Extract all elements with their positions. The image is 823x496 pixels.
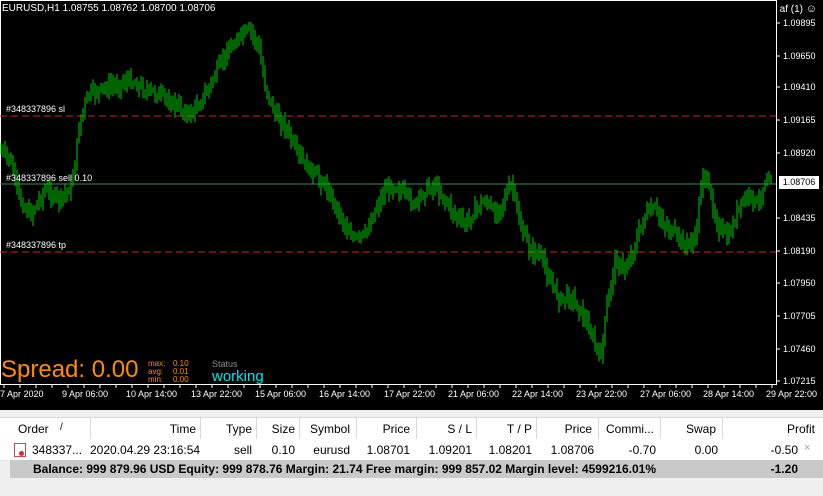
col-symbol[interactable]: Symbol [300, 422, 350, 436]
account-summary: Balance: 999 879.96 USD Equity: 999 878.… [33, 462, 657, 476]
order-type: sell [233, 443, 252, 457]
order-sl: 1.09201 [428, 443, 472, 457]
candles [0, 21, 772, 364]
time-label: 7 Apr 2020 [0, 389, 44, 399]
time-label: 15 Apr 06:00 [255, 389, 307, 399]
order-price: 1.08701 [366, 443, 410, 457]
min-label: min: [148, 375, 164, 384]
col-type[interactable]: Type [200, 422, 252, 436]
col-tp[interactable]: T / P [480, 422, 532, 436]
col-size[interactable]: Size [260, 422, 295, 436]
smiley-icon: ☺ [805, 3, 817, 15]
price-chart[interactable]: EURUSD,H1 1.08755 1.08762 1.08700 1.0870… [0, 0, 823, 402]
price-label: 1.07705 [783, 311, 816, 321]
chart-canvas [0, 0, 780, 388]
time-label: 23 Apr 22:00 [576, 389, 628, 399]
time-label: 17 Apr 22:00 [384, 389, 436, 399]
col-order[interactable]: Order [18, 422, 49, 436]
col-swap[interactable]: Swap [686, 422, 716, 436]
total-profit: -1.20 [770, 462, 798, 476]
col-commission[interactable]: Commi... [606, 422, 654, 436]
order-profit: -0.50 [770, 443, 798, 457]
price-label: 1.09895 [783, 18, 816, 28]
col-time[interactable]: Time [120, 422, 196, 436]
col-current-price[interactable]: Price [540, 422, 592, 436]
min-value: 0.00 [173, 375, 189, 384]
col-profit[interactable]: Profit [760, 422, 815, 436]
price-label: 1.09410 [783, 82, 816, 92]
sort-indicator: / [60, 422, 63, 433]
order-line-label: #348337896 sell 0.10 [6, 173, 93, 183]
table-row[interactable]: 348337... 2020.04.29 23:16:54 sell 0.10 … [0, 440, 823, 461]
close-order-icon[interactable]: × [804, 442, 810, 454]
time-label: 16 Apr 14:00 [319, 389, 371, 399]
spread-value: Spread: 0.00 [1, 356, 139, 383]
price-label: 1.08435 [783, 213, 816, 223]
time-label: 13 Apr 22:00 [191, 389, 243, 399]
price-label: 1.07950 [783, 278, 816, 288]
price-label: 1.09165 [783, 115, 816, 125]
tp-line-label: #348337896 tp [6, 240, 67, 250]
time-label: 28 Apr 14:00 [703, 389, 755, 399]
price-label: 1.08190 [783, 246, 816, 256]
order-tp: 1.08201 [488, 443, 532, 457]
sl-line-label: #348337896 sl [6, 104, 66, 114]
time-label: 10 Apr 14:00 [126, 389, 178, 399]
time-label: 21 Apr 06:00 [448, 389, 500, 399]
expert-label: af (1) [779, 4, 803, 15]
order-time: 2020.04.29 23:16:54 [90, 443, 201, 457]
status-value: working [212, 368, 264, 385]
price-label: 1.07215 [783, 376, 816, 386]
price-label: 1.07460 [783, 344, 816, 354]
order-swap: 0.00 [694, 443, 718, 457]
order-current-price: 1.08706 [550, 443, 594, 457]
time-label: 27 Apr 06:00 [640, 389, 692, 399]
time-label: 22 Apr 14:00 [512, 389, 564, 399]
symbol-info: EURUSD,H1 1.08755 1.08762 1.08700 1.0870… [2, 3, 216, 14]
order-size: 0.10 [271, 443, 295, 457]
order-symbol: eurusd [313, 443, 350, 457]
time-label: 9 Apr 06:00 [62, 389, 109, 399]
expert-indicator[interactable]: af (1) ☺ [780, 3, 817, 15]
col-price[interactable]: Price [360, 422, 410, 436]
sell-order-icon [14, 443, 26, 457]
price-label: 1.08920 [783, 148, 816, 158]
col-sl[interactable]: S / L [420, 422, 472, 436]
account-summary-row: Balance: 999 879.96 USD Equity: 999 878.… [10, 460, 823, 478]
price-label: 1.09650 [783, 51, 816, 61]
time-label: 29 Apr 22:00 [766, 389, 818, 399]
terminal-panel: Order / Time Type Size Symbol Price S / … [0, 410, 823, 496]
current-price-tag: 1.08706 [779, 176, 819, 189]
order-id: 348337... [32, 443, 83, 457]
orders-table-header: Order / Time Type Size Symbol Price S / … [0, 417, 823, 441]
order-commission: -0.70 [628, 443, 656, 457]
